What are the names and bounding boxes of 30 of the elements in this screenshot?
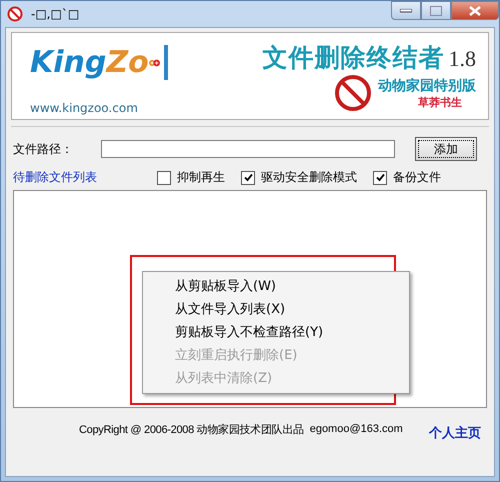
email-address: egomoo@163.com: [310, 423, 403, 435]
minimize-button[interactable]: [391, 1, 421, 20]
option-label: 备份文件: [393, 169, 441, 186]
option-label: 驱动安全删除模式: [261, 169, 357, 186]
checkbox[interactable]: [241, 170, 255, 184]
no-entry-icon: [7, 6, 23, 22]
list-label: 待删除文件列表: [13, 169, 98, 186]
monitor-logo: KingZo: [30, 45, 168, 80]
option-label: 抑制再生: [177, 169, 225, 186]
maximize-icon: [430, 6, 442, 16]
checkbox[interactable]: [373, 170, 387, 184]
version-number: 1.8: [448, 46, 476, 72]
minimize-icon: [400, 8, 412, 12]
edition-label: 动物家园特别版: [378, 76, 476, 94]
menu-item[interactable]: 从文件导入列表(X): [143, 298, 409, 321]
homepage-link[interactable]: 个人主页: [429, 416, 487, 442]
copyright-text: CopyRight @ 2006-2008 动物家园技术团队出品: [79, 422, 304, 436]
close-icon: [469, 6, 481, 16]
menu-item[interactable]: 剪贴板导入不检查路径(Y): [143, 321, 409, 344]
close-button[interactable]: [451, 1, 499, 20]
no-entry-icon: [334, 74, 372, 112]
path-label: 文件路径：: [13, 140, 74, 158]
author-name: 草莽书生: [418, 94, 463, 110]
add-button[interactable]: 添加: [415, 137, 477, 161]
checkbox[interactable]: [157, 170, 171, 184]
path-field[interactable]: [101, 140, 395, 158]
website-url: www.kingzoo.com: [30, 101, 139, 115]
app-title: 文件删除终结者: [262, 42, 444, 74]
window-title: -□,□`□: [31, 7, 80, 21]
menu-item[interactable]: 从剪贴板导入(W): [143, 275, 409, 298]
